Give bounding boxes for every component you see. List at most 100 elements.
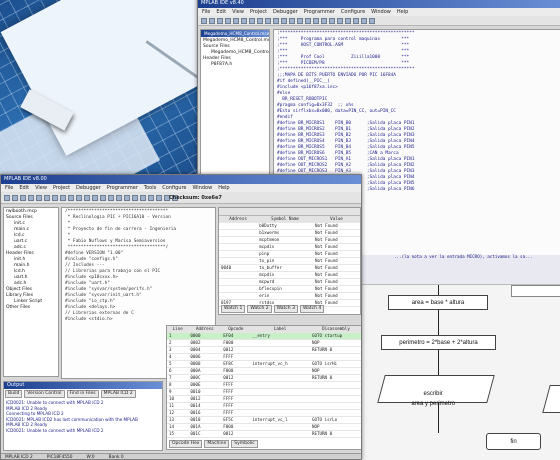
table-row[interactable]: 14 001A F000 NOP	[167, 423, 361, 431]
toolbar-button[interactable]	[108, 194, 114, 201]
table-row[interactable]: 11 0014 FFFF	[167, 402, 361, 410]
toolbar-button[interactable]	[28, 194, 34, 201]
menu-item-configure[interactable]: Configure	[162, 184, 186, 192]
menu-item-window[interactable]: Window	[192, 184, 212, 192]
table-row[interactable]: 13 0018 EF5C interrupt_vc_l GOTO isrLo	[167, 416, 361, 424]
table-row[interactable]: 12 0016 FFFF	[167, 409, 361, 417]
toolbar-button[interactable]	[281, 17, 287, 24]
table-row[interactable]: 2 0002 F000 NOP	[167, 339, 361, 347]
toolbar-button[interactable]	[68, 194, 74, 201]
toolbar-button[interactable]	[265, 17, 271, 24]
table-row[interactable]: mcpdiv Not Found	[219, 271, 360, 279]
table-row[interactable]: 9 0010 FFFF	[167, 388, 361, 396]
menu-item-help[interactable]: Help	[397, 8, 408, 16]
toolbar-button[interactable]	[84, 194, 90, 201]
table-row[interactable]: 0040 tx_buffer Not Found	[219, 264, 360, 272]
table-row[interactable]: 7 000C 0012 RETURN 0	[167, 374, 361, 382]
toolbar-button[interactable]	[76, 194, 82, 201]
tab[interactable]: Machine	[204, 440, 230, 448]
toolbar-button[interactable]	[156, 194, 162, 201]
table-row[interactable]: bflecxpin Not Found	[219, 285, 360, 293]
table-row[interactable]: erin Not Found	[219, 292, 360, 300]
toolbar-button[interactable]	[329, 17, 335, 24]
table-row[interactable]: pinp Not Found	[219, 250, 360, 258]
toolbar-button[interactable]	[201, 17, 207, 24]
project-tree[interactable]: Megademo_HCM8_Control.mcp Source Files Meg…	[201, 37, 269, 69]
toolbar-button[interactable]	[337, 17, 343, 24]
toolbar-button[interactable]	[233, 17, 239, 24]
table-row[interactable]: 8 000E FFFF	[167, 381, 361, 389]
toolbar-button[interactable]	[289, 17, 295, 24]
toolbar-button[interactable]	[209, 17, 215, 24]
project-tree[interactable]: rwlbooth.mcp Source Files init.c main.c lcd.…	[4, 208, 58, 312]
tab[interactable]: Build	[5, 390, 23, 398]
toolbar-button[interactable]	[273, 17, 279, 24]
menu-item-debugger[interactable]: Debugger	[273, 8, 298, 16]
menu-item-project[interactable]: Project	[53, 184, 70, 192]
menu-item-window[interactable]: Window	[371, 8, 391, 16]
toolbar-button[interactable]	[249, 17, 255, 24]
output-tabs[interactable]: Build Version Control Find in Files MPLAB I…	[5, 390, 161, 398]
table-row[interactable]: 1 0000 EF04 __entry GOTO startup	[167, 332, 361, 340]
toolbar-button[interactable]	[100, 194, 106, 201]
menu-item-file[interactable]: File	[202, 8, 210, 16]
toolbar-button[interactable]	[124, 194, 130, 201]
toolbar-button[interactable]	[217, 17, 223, 24]
toolbar-button[interactable]	[20, 194, 26, 201]
toolbar-button[interactable]	[60, 194, 66, 201]
tab[interactable]: Opcode Hex	[169, 440, 203, 448]
toolbar-button[interactable]	[116, 194, 122, 201]
menu-item-programmer[interactable]: Programmer	[304, 8, 335, 16]
tab[interactable]: Version Control	[24, 390, 65, 398]
menu-item-view[interactable]: View	[232, 8, 244, 16]
tab[interactable]: Find in Files	[66, 390, 99, 398]
toolbar-button[interactable]	[345, 17, 351, 24]
menu-item-project[interactable]: Project	[250, 8, 267, 16]
table-row[interactable]: 4 0006 FFFF	[167, 353, 361, 361]
menu-item-programmer[interactable]: Programmer	[107, 184, 138, 192]
toolbar-button[interactable]	[241, 17, 247, 24]
menu-item-configure[interactable]: Configure	[341, 8, 365, 16]
toolbar-button[interactable]	[257, 17, 263, 24]
tab[interactable]: Watch 2	[247, 305, 272, 313]
menu-item-tools[interactable]: Tools	[144, 184, 156, 192]
menu-item-file[interactable]: File	[5, 184, 13, 192]
toolbar-button[interactable]	[313, 17, 319, 24]
toolbar-button[interactable]	[52, 194, 58, 201]
tab[interactable]: Watch 1	[221, 305, 246, 313]
menu-item-view[interactable]: View	[35, 184, 47, 192]
toolbar-button[interactable]	[297, 17, 303, 24]
table-row[interactable]: 3 0004 0012 RETURN 0	[167, 346, 361, 354]
toolbar-button[interactable]	[321, 17, 327, 24]
table-row[interactable]: 15 001C 0012 RETURN 0	[167, 430, 361, 438]
toolbar-button[interactable]	[140, 194, 146, 201]
toolbar-button[interactable]	[132, 194, 138, 201]
toolbar-button[interactable]	[12, 194, 18, 201]
table-row[interactable]: b0Dutty Not Found	[219, 222, 360, 230]
menu-item-help[interactable]: Help	[218, 184, 229, 192]
menu-item-edit[interactable]: Edit	[216, 8, 226, 16]
menu-item-edit[interactable]: Edit	[19, 184, 29, 192]
toolbar-button[interactable]	[36, 194, 42, 201]
toolbar-button[interactable]	[361, 17, 367, 24]
toolbar-button[interactable]	[305, 17, 311, 24]
tree-item[interactable]: P8F87A.h	[203, 62, 267, 68]
table-row[interactable]: 10 0012 FFFF	[167, 395, 361, 403]
table-row[interactable]: mcptmeon Not Found	[219, 236, 360, 244]
table-row[interactable]: 6 000A F000 NOP	[167, 367, 361, 375]
toolbar-button[interactable]	[44, 194, 50, 201]
tab[interactable]: Watch 4	[299, 305, 325, 313]
toolbar-button[interactable]	[148, 194, 154, 201]
table-row[interactable]: 5 0008 EF8C interrupt_vc_h GOTO isrHi	[167, 360, 361, 368]
toolbar-button[interactable]	[369, 17, 375, 24]
watch-tabs[interactable]: Watch 1 Watch 2 Watch 3 Watch 4	[221, 305, 325, 313]
table-row[interactable]: tx_pin Not Found	[219, 257, 360, 265]
table-row[interactable]: mcpdiv Not Found	[219, 243, 360, 251]
toolbar-button[interactable]	[92, 194, 98, 201]
tab[interactable]: Watch 3	[273, 305, 298, 313]
toolbar-button[interactable]	[353, 17, 359, 24]
table-row[interactable]: b1xwerms Not Found	[219, 229, 360, 237]
program-memory-tabs[interactable]: Opcode Hex Machine Symbolic	[169, 440, 258, 448]
tree-item[interactable]: Other Files	[6, 305, 56, 311]
tab[interactable]: Symbolic	[231, 440, 258, 448]
